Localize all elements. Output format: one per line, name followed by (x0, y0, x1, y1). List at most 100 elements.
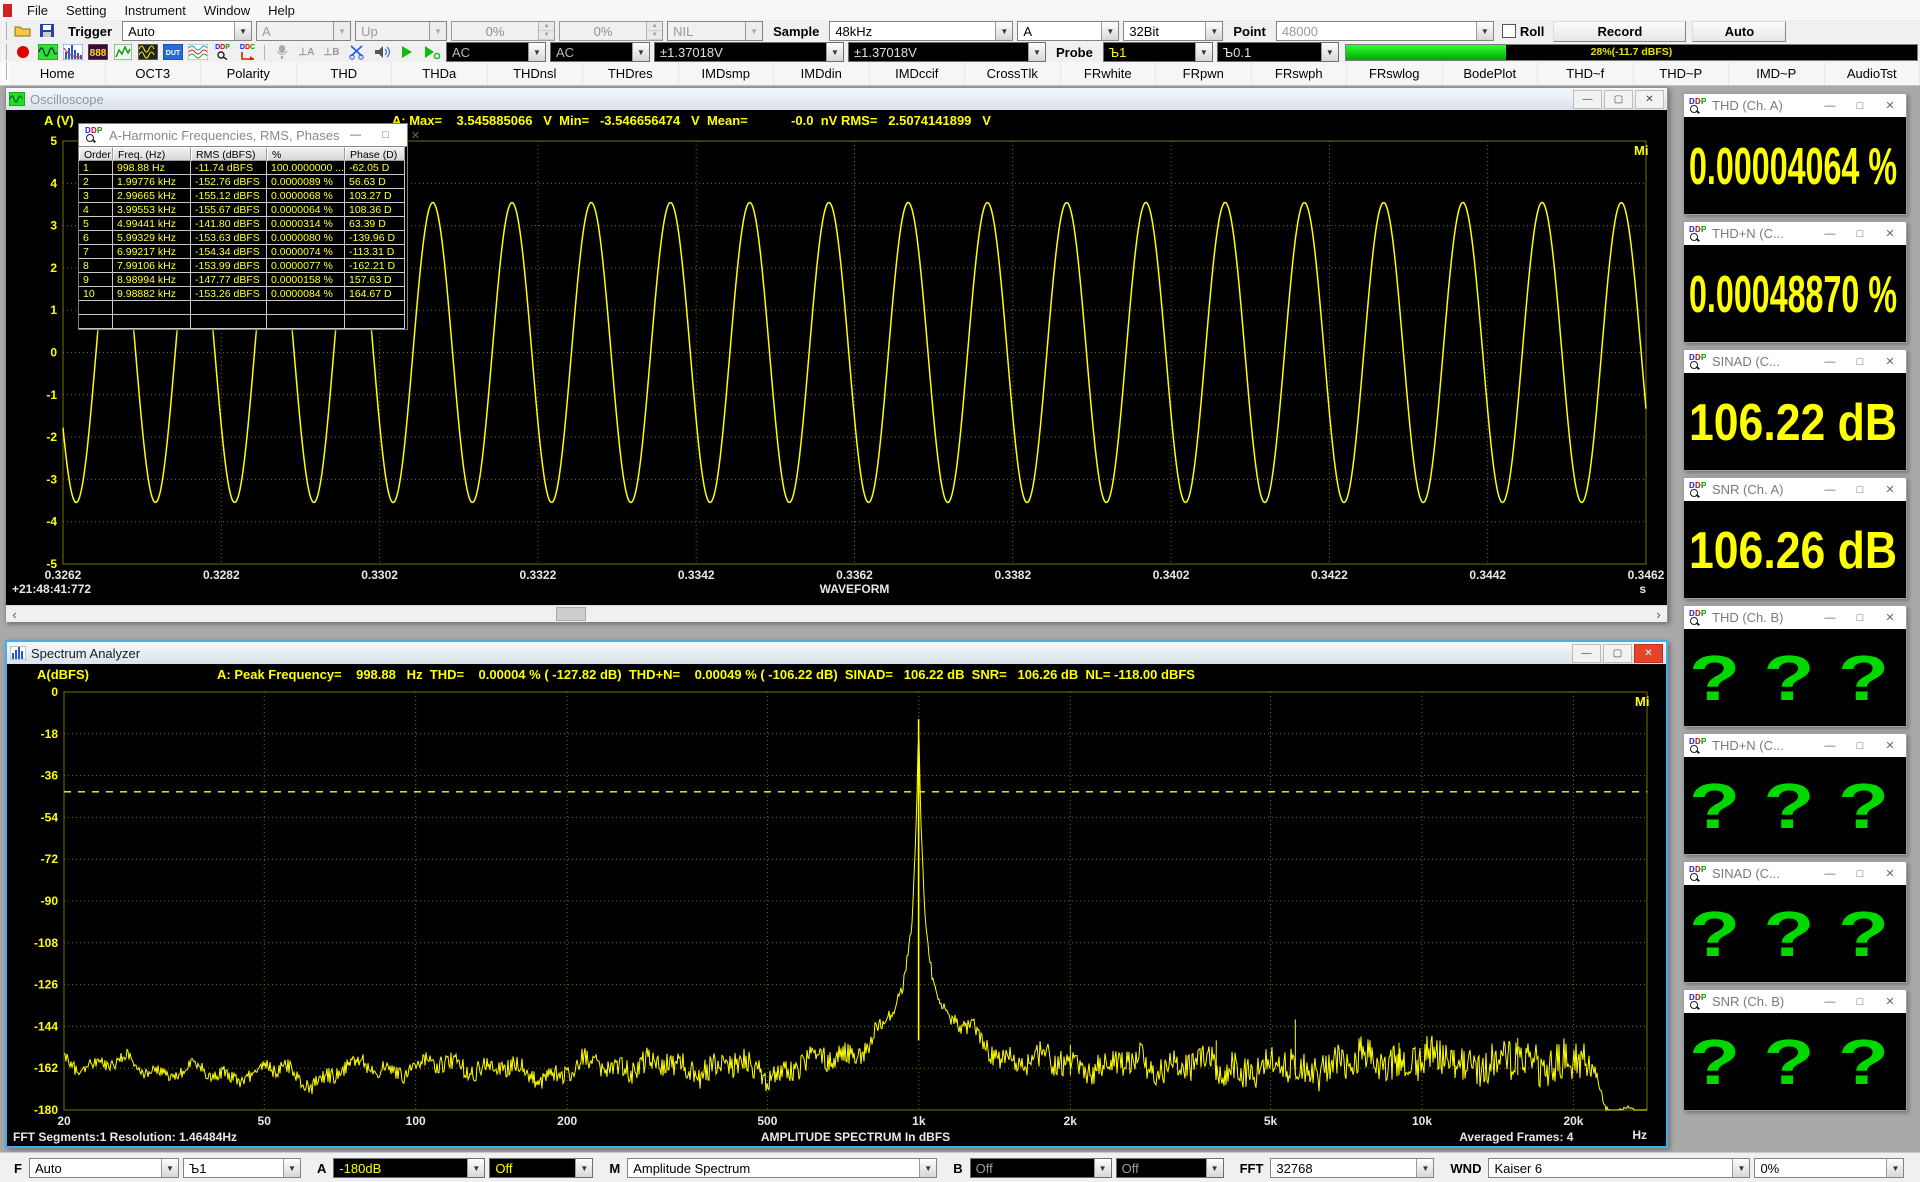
maximize-button[interactable]: □ (1846, 353, 1874, 370)
spin-down-icon[interactable]: ▼ (647, 31, 662, 40)
oscilloscope-icon[interactable] (36, 44, 59, 61)
run-loop-icon[interactable] (420, 44, 443, 61)
tab-thd-f[interactable]: THD~f (1538, 62, 1634, 85)
probe-a-select[interactable]: Ъ1▼ (1103, 42, 1213, 62)
tab-thd-p[interactable]: THD~P (1634, 62, 1730, 85)
trigger-edge-select[interactable]: Up▼ (355, 21, 447, 41)
close-button[interactable]: ✕ (1876, 225, 1904, 242)
column-header[interactable]: Phase (D) (345, 147, 405, 161)
chevron-down-icon[interactable]: ▼ (1321, 43, 1338, 61)
meter-titlebar[interactable]: DDPTHD+N (C...—□✕ (1684, 222, 1906, 245)
close-button[interactable]: ✕ (1635, 90, 1664, 109)
minimize-button[interactable]: — (1816, 609, 1844, 626)
chevron-down-icon[interactable]: ▼ (1416, 1159, 1433, 1177)
tab-audiotst[interactable]: AudioTst (1825, 62, 1920, 85)
toolbar-grip[interactable] (2, 22, 7, 39)
derived-plot-icon[interactable] (186, 44, 209, 61)
freq-probe-select[interactable]: Ъ1▼ (183, 1158, 301, 1178)
chevron-down-icon[interactable]: ▼ (429, 22, 446, 40)
chevron-down-icon[interactable]: ▼ (161, 1159, 178, 1177)
maximize-button[interactable]: □ (1846, 225, 1874, 242)
menu-window[interactable]: Window (195, 3, 259, 18)
range-b-select[interactable]: ±1.37018V▼ (848, 42, 1046, 62)
sound-device-icon[interactable] (370, 44, 393, 61)
chevron-down-icon[interactable]: ▼ (1205, 22, 1222, 40)
maximize-button[interactable]: □ (1846, 97, 1874, 114)
tab-thdnsl[interactable]: THDnsl (488, 62, 584, 85)
meter-titlebar[interactable]: DDPSNR (Ch. A)—□✕ (1684, 478, 1906, 501)
chevron-down-icon[interactable]: ▼ (234, 22, 251, 40)
close-button[interactable]: ✕ (1876, 353, 1904, 370)
tab-thd[interactable]: THD (297, 62, 393, 85)
spin-down-icon[interactable]: ▼ (539, 31, 554, 40)
chevron-down-icon[interactable]: ▼ (333, 22, 350, 40)
coupling-b-select[interactable]: AC▼ (550, 42, 650, 62)
fft-size-select[interactable]: 32768▼ (1270, 1158, 1434, 1178)
meter-titlebar[interactable]: DDPSINAD (C...—□✕ (1684, 862, 1906, 885)
oscilloscope-titlebar[interactable]: Oscilloscope — ▢ ✕ (6, 88, 1667, 110)
chevron-down-icon[interactable]: ▼ (1732, 1159, 1749, 1177)
tab-frwhite[interactable]: FRwhite (1061, 62, 1157, 85)
maximize-button[interactable]: ▢ (1604, 90, 1633, 109)
freq-mode-select[interactable]: Auto▼ (29, 1158, 179, 1178)
close-button[interactable]: ✕ (401, 127, 429, 144)
spin-up-icon[interactable]: ▲ (647, 22, 662, 31)
meter-titlebar[interactable]: DDPTHD (Ch. B)—□✕ (1684, 606, 1906, 629)
ddp-viewer-icon[interactable]: DDP (211, 44, 234, 61)
menu-instrument[interactable]: Instrument (115, 3, 194, 18)
coupling-a-select[interactable]: AC▼ (446, 42, 546, 62)
point-count-select[interactable]: 48000▼ (1276, 21, 1494, 41)
trigger-level-spinner[interactable]: 0%▲▼ (451, 21, 555, 41)
chevron-down-icon[interactable]: ▼ (995, 22, 1012, 40)
spin-up-icon[interactable]: ▲ (539, 22, 554, 31)
auto-button[interactable]: Auto (1692, 21, 1786, 42)
meter-titlebar[interactable]: DDPSINAD (C...—□✕ (1684, 350, 1906, 373)
toolbar-grip[interactable] (2, 44, 7, 60)
maximize-button[interactable]: □ (371, 127, 399, 144)
range-floor-a-select[interactable]: -180dB▼ (333, 1158, 485, 1178)
run-icon[interactable] (395, 44, 418, 61)
chevron-down-icon[interactable]: ▼ (826, 43, 843, 61)
tab-frswlog[interactable]: FRswlog (1347, 62, 1443, 85)
minimize-button[interactable]: — (1816, 737, 1844, 754)
spectrum-analyzer-icon[interactable] (61, 44, 84, 61)
record-icon[interactable] (11, 44, 34, 61)
column-header[interactable]: Freq. (Hz) (113, 147, 191, 161)
ddc-icon[interactable]: DDC (236, 44, 259, 61)
probe-b-select[interactable]: Ъ0.1▼ (1217, 42, 1339, 62)
chevron-down-icon[interactable]: ▼ (1195, 43, 1212, 61)
range-floor-b-select[interactable]: Off▼ (970, 1158, 1112, 1178)
open-folder-icon[interactable] (11, 23, 34, 40)
ground-b-icon[interactable]: ⊥B (320, 44, 343, 61)
checkbox-box[interactable] (1502, 24, 1516, 38)
close-button[interactable]: ✕ (1876, 993, 1904, 1010)
close-button[interactable]: ✕ (1876, 737, 1904, 754)
save-icon[interactable] (36, 23, 59, 40)
close-button[interactable]: ✕ (1634, 644, 1663, 663)
scroll-left-icon[interactable]: ‹ (6, 606, 23, 622)
menu-setting[interactable]: Setting (57, 3, 115, 18)
menu-help[interactable]: Help (259, 3, 304, 18)
record-button[interactable]: Record (1553, 21, 1686, 42)
tab-imdsmp[interactable]: IMDsmp (679, 62, 775, 85)
scroll-right-icon[interactable]: › (1650, 606, 1667, 622)
meter-titlebar[interactable]: DDPTHD (Ch. A)—□✕ (1684, 94, 1906, 117)
minimize-button[interactable]: — (1816, 481, 1844, 498)
tab-thda[interactable]: THDa (392, 62, 488, 85)
trigger-delay-spinner[interactable]: 0%▲▼ (559, 21, 663, 41)
oscilloscope-scrollbar[interactable]: ‹ › (6, 605, 1667, 622)
meter-titlebar[interactable]: DDPTHD+N (C...—□✕ (1684, 734, 1906, 757)
chevron-down-icon[interactable]: ▼ (575, 1159, 592, 1177)
minimize-button[interactable]: — (1816, 353, 1844, 370)
tab-oct3[interactable]: OCT3 (106, 62, 202, 85)
trigger-mode-select[interactable]: Auto▼ (122, 21, 252, 41)
close-button[interactable]: ✕ (1876, 865, 1904, 882)
sample-rate-select[interactable]: 48kHz▼ (829, 21, 1013, 41)
chevron-down-icon[interactable]: ▼ (1094, 1159, 1111, 1177)
signal-generator-icon[interactable] (136, 44, 159, 61)
chevron-down-icon[interactable]: ▼ (528, 43, 545, 61)
tab-imdccif[interactable]: IMDccif (870, 62, 966, 85)
minimize-button[interactable]: — (1816, 865, 1844, 882)
offset-a-select[interactable]: Off▼ (489, 1158, 593, 1178)
column-header[interactable]: Order (79, 147, 113, 161)
